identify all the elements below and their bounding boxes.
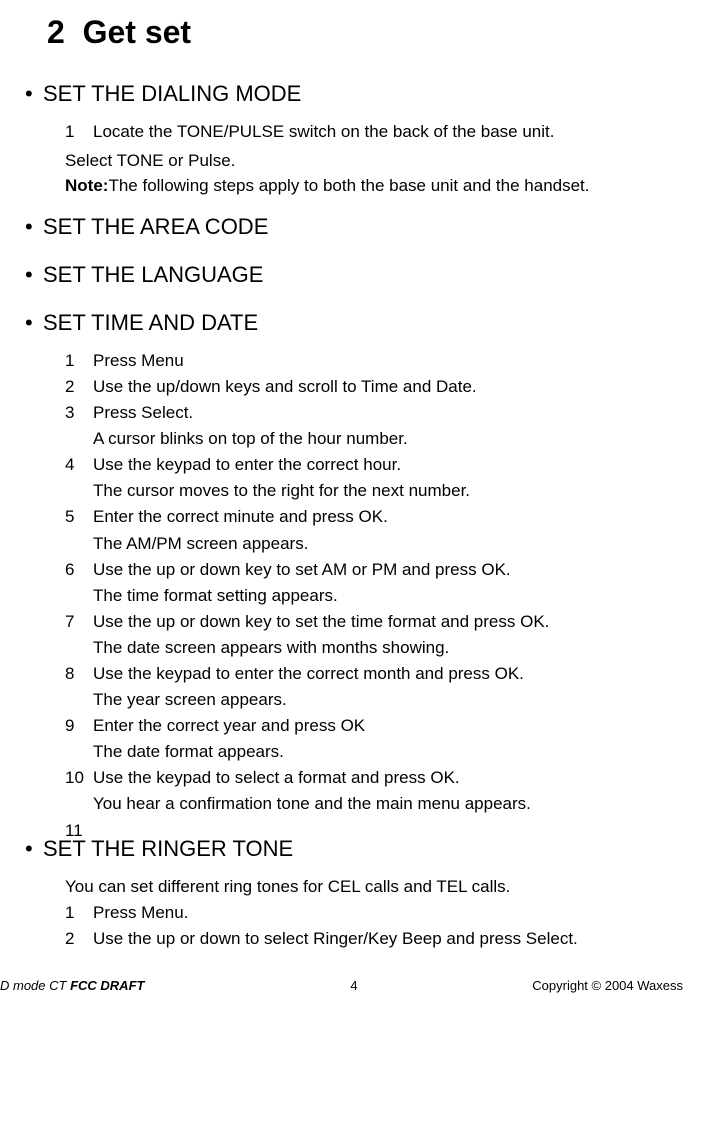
- section-dialing-mode: • SET THE DIALING MODE: [25, 69, 683, 117]
- list-item: 6Use the up or down key to set AM or PM …: [65, 559, 683, 607]
- step-text: Use the keypad to enter the correct mont…: [93, 664, 524, 683]
- body-line: Select TONE or Pulse.: [65, 151, 683, 171]
- list-item: 7Use the up or down key to set the time …: [65, 611, 683, 659]
- list-item: 2Use the up/down keys and scroll to Time…: [65, 376, 683, 398]
- list-item: 1Locate the TONE/PULSE switch on the bac…: [65, 121, 683, 143]
- footer-left: D mode CT FCC DRAFT: [0, 978, 144, 993]
- step-text: Press Menu.: [93, 903, 188, 922]
- list-item: 8Use the keypad to enter the correct mon…: [65, 663, 683, 711]
- step-text: Enter the correct minute and press OK.: [93, 507, 388, 526]
- list-item: 10Use the keypad to select a format and …: [65, 767, 683, 815]
- bullet-icon: •: [25, 312, 43, 334]
- footer-copyright: Copyright © 2004 Waxess: [532, 978, 683, 993]
- bullet-icon: •: [25, 838, 43, 860]
- list-item: 3Press Select. A cursor blinks on top of…: [65, 402, 683, 450]
- step-subtext: You hear a confirmation tone and the mai…: [93, 793, 683, 815]
- step-text: Use the keypad to enter the correct hour…: [93, 455, 401, 474]
- list-item: 9Enter the correct year and press OK The…: [65, 715, 683, 763]
- chapter-number: 2: [47, 14, 65, 50]
- list-item: 4Use the keypad to enter the correct hou…: [65, 454, 683, 502]
- bullet-icon: •: [25, 83, 43, 105]
- section-language: • SET THE LANGUAGE: [25, 250, 683, 298]
- note-text: The following steps apply to both the ba…: [108, 176, 589, 195]
- dialing-body: 1Locate the TONE/PULSE switch on the bac…: [65, 121, 683, 197]
- section-heading: SET THE AREA CODE: [43, 214, 268, 240]
- intro-text: You can set different ring tones for CEL…: [65, 877, 683, 897]
- step-subtext: The date format appears.: [93, 741, 683, 763]
- step-text: Use the up or down to select Ringer/Key …: [93, 929, 578, 948]
- section-area-code: • SET THE AREA CODE: [25, 202, 683, 250]
- section-time-date: • SET TIME AND DATE: [25, 298, 683, 346]
- section-heading: SET THE DIALING MODE: [43, 81, 301, 107]
- step-subtext: A cursor blinks on top of the hour numbe…: [93, 428, 683, 450]
- step-text: Enter the correct year and press OK: [93, 716, 365, 735]
- section-heading: SET THE LANGUAGE: [43, 262, 263, 288]
- time-body: 1Press Menu 2Use the up/down keys and sc…: [65, 350, 683, 816]
- step-subtext: The time format setting appears.: [93, 585, 683, 607]
- bullet-icon: •: [25, 264, 43, 286]
- note-label: Note:: [65, 176, 108, 195]
- note-line: Note:The following steps apply to both t…: [65, 176, 683, 196]
- ringer-body: You can set different ring tones for CEL…: [65, 877, 683, 951]
- section-ringer-tone: • SET THE RINGER TONE: [25, 824, 683, 872]
- step-text: Press Menu: [93, 351, 184, 370]
- footer-page-number: 4: [350, 978, 357, 993]
- section-heading: SET TIME AND DATE: [43, 310, 258, 336]
- step-subtext: The date screen appears with months show…: [93, 637, 683, 659]
- step-text: Locate the TONE/PULSE switch on the back…: [93, 122, 554, 141]
- footer-left-bold: FCC DRAFT: [70, 978, 144, 993]
- step-text: Use the up/down keys and scroll to Time …: [93, 377, 477, 396]
- chapter-name: Get set: [83, 14, 191, 50]
- step-subtext: The year screen appears.: [93, 689, 683, 711]
- list-item: 2Use the up or down to select Ringer/Key…: [65, 928, 683, 950]
- list-item: 1Press Menu.: [65, 902, 683, 924]
- step-subtext: The cursor moves to the right for the ne…: [93, 480, 683, 502]
- step-subtext: The AM/PM screen appears.: [93, 533, 683, 555]
- step-text: Use the up or down key to set AM or PM a…: [93, 560, 511, 579]
- step-text: Use the keypad to select a format and pr…: [93, 768, 460, 787]
- step-text: Press Select.: [93, 403, 193, 422]
- step-text: Use the up or down key to set the time f…: [93, 612, 549, 631]
- page-footer: D mode CT FCC DRAFT 4 Copyright © 2004 W…: [0, 976, 708, 999]
- bullet-icon: •: [25, 216, 43, 238]
- list-item: 5Enter the correct minute and press OK. …: [65, 506, 683, 554]
- chapter-title: 2 Get set: [47, 14, 683, 51]
- list-item: 1Press Menu: [65, 350, 683, 372]
- footer-left-plain: D mode CT: [0, 978, 70, 993]
